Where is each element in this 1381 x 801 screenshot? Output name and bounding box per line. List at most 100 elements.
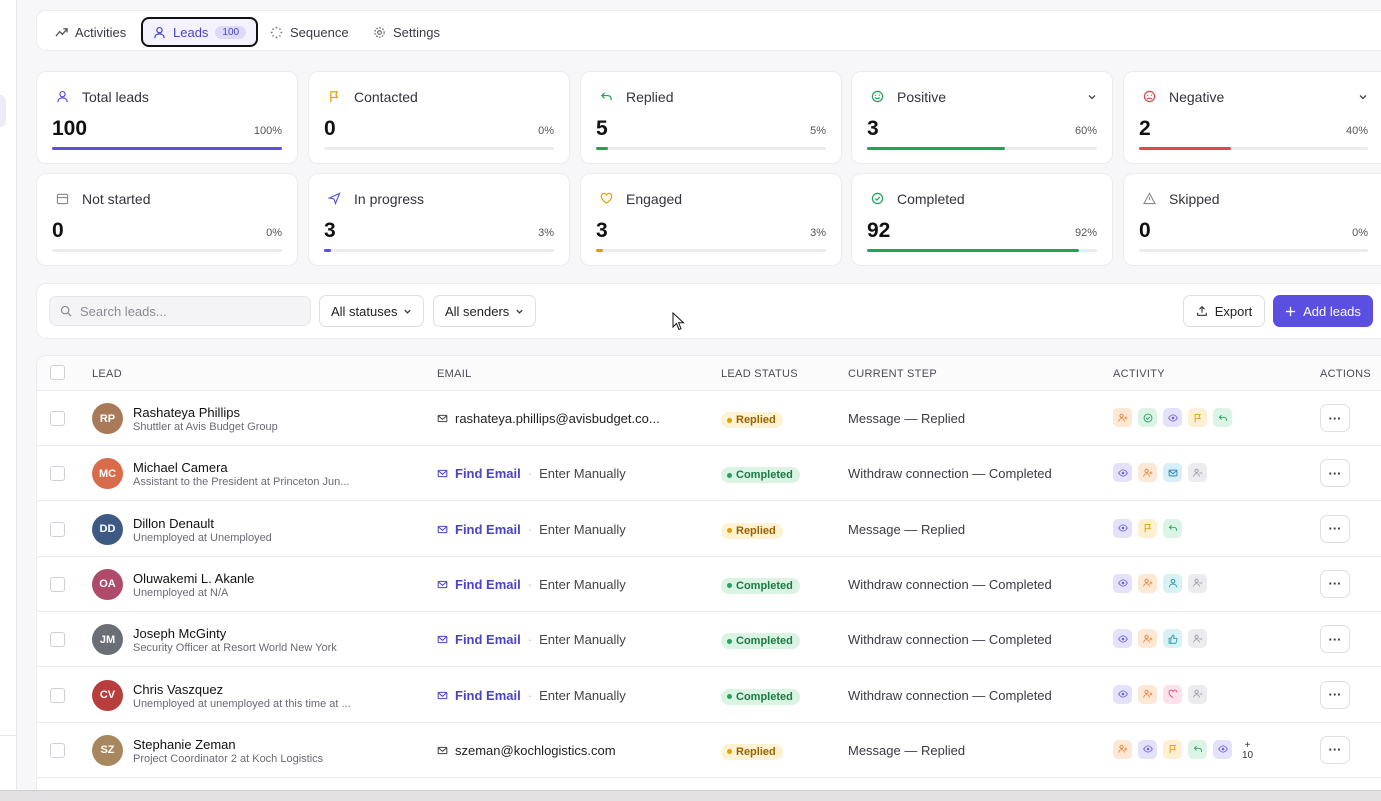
stat-label: Replied (626, 89, 674, 105)
chevron-down-icon[interactable] (1087, 92, 1097, 102)
lead-name[interactable]: Michael Camera (133, 460, 228, 475)
activity-reply-icon[interactable] (1188, 739, 1207, 759)
table-row[interactable]: OA Oluwakemi L. Akanle Unemployed at N/A Fi… (37, 557, 1381, 612)
row-actions-button[interactable]: ··· (1320, 459, 1350, 488)
stat-card-completed[interactable]: Completed 92 92% (851, 173, 1113, 266)
stat-card-in-progress[interactable]: In progress 3 3% (308, 173, 570, 266)
select-all-checkbox[interactable] (50, 365, 65, 380)
row-checkbox[interactable] (50, 521, 65, 537)
column-header-activity[interactable]: ACTIVITY (1113, 368, 1165, 380)
row-actions-button[interactable]: ··· (1320, 569, 1350, 598)
activity-eye-icon[interactable] (1113, 684, 1132, 704)
column-header-step[interactable]: CURRENT STEP (848, 368, 937, 380)
activity-heart-icon[interactable] (1163, 684, 1182, 704)
activity-flag-icon[interactable] (1188, 408, 1207, 427)
row-actions-button[interactable]: ··· (1320, 625, 1350, 654)
column-header-lead[interactable]: LEAD (92, 368, 122, 380)
enter-manually-link[interactable]: Enter Manually (539, 522, 626, 537)
activity-flag-icon[interactable] (1138, 518, 1157, 538)
row-actions-button[interactable]: ··· (1320, 514, 1350, 543)
chevron-down-icon[interactable] (1358, 92, 1368, 102)
lead-email[interactable]: szeman@kochlogistics.com (437, 743, 616, 758)
row-checkbox[interactable] (50, 466, 65, 482)
activity-check-icon[interactable] (1138, 408, 1157, 427)
activity-remove-user-icon[interactable] (1188, 684, 1207, 704)
stat-card-skipped[interactable]: Skipped 0 0% (1123, 173, 1381, 266)
stat-card-replied[interactable]: Replied 5 5% (580, 71, 842, 164)
activity-eye-icon[interactable] (1163, 408, 1182, 427)
status-filter-dropdown[interactable]: All statuses (319, 295, 425, 327)
activity-eye-icon[interactable] (1113, 463, 1132, 483)
column-header-status[interactable]: LEAD STATUS (721, 368, 798, 380)
activity-add-user-icon[interactable] (1138, 573, 1157, 593)
activity-eye-icon[interactable] (1113, 629, 1132, 649)
table-row[interactable]: MC Michael Camera Assistant to the Preside… (37, 446, 1381, 502)
lead-name[interactable]: Stephanie Zeman (133, 737, 236, 752)
find-email-link[interactable]: Find Email (455, 522, 521, 537)
lead-name[interactable]: Dillon Denault (133, 516, 214, 531)
lead-name[interactable]: Joseph McGinty (133, 626, 226, 641)
activity-remove-user-icon[interactable] (1188, 629, 1207, 649)
stat-card-engaged[interactable]: Engaged 3 3% (580, 173, 842, 266)
activity-eye-icon[interactable] (1213, 739, 1232, 759)
tab-sequence[interactable]: Sequence (260, 17, 359, 47)
activity-add-user-icon[interactable] (1138, 463, 1157, 483)
tab-activities[interactable]: Activities (45, 17, 136, 47)
activity-flag-icon[interactable] (1163, 739, 1182, 759)
stat-card-positive[interactable]: Positive 3 60% (851, 71, 1113, 164)
activity-add-user-icon[interactable] (1138, 684, 1157, 704)
activity-remove-user-icon[interactable] (1188, 463, 1207, 483)
enter-manually-link[interactable]: Enter Manually (539, 577, 626, 592)
stat-card-negative[interactable]: Negative 2 40% (1123, 71, 1381, 164)
activity-eye-icon[interactable] (1138, 739, 1157, 759)
activity-add-user-icon[interactable] (1113, 408, 1132, 427)
activity-eye-icon[interactable] (1113, 573, 1132, 593)
activity-user-icon[interactable] (1163, 573, 1182, 593)
search-box[interactable] (49, 296, 311, 326)
table-row[interactable]: RP Rashateya Phillips Shuttler at Avis Bud… (37, 391, 1381, 446)
table-row[interactable]: DD Dillon Denault Unemployed at Unemployed… (37, 502, 1381, 557)
table-row[interactable]: CV Chris Vaszquez Unemployed at unemployed… (37, 668, 1381, 723)
activity-add-user-icon[interactable] (1138, 629, 1157, 649)
find-email-link[interactable]: Find Email (455, 632, 521, 647)
row-checkbox[interactable] (50, 632, 65, 648)
activity-remove-user-icon[interactable] (1188, 573, 1207, 593)
tab-leads[interactable]: Leads 100 (141, 17, 259, 47)
table-row[interactable]: SZ Stephanie Zeman Project Coordinator 2 a… (37, 723, 1381, 778)
stat-card-total-leads[interactable]: Total leads 100 100% (36, 71, 298, 164)
activity-reply-icon[interactable] (1163, 518, 1182, 538)
activity-eye-icon[interactable] (1113, 518, 1132, 538)
lead-name[interactable]: Chris Vaszquez (133, 682, 223, 697)
row-actions-button[interactable]: ··· (1320, 735, 1350, 764)
stat-card-contacted[interactable]: Contacted 0 0% (308, 71, 570, 164)
lead-name[interactable]: Oluwakemi L. Akanle (133, 571, 254, 586)
search-input[interactable] (80, 303, 280, 319)
enter-manually-link[interactable]: Enter Manually (539, 688, 626, 703)
enter-manually-link[interactable]: Enter Manually (539, 466, 626, 481)
find-email-link[interactable]: Find Email (455, 688, 521, 703)
table-row[interactable]: JM Joseph McGinty Security Officer at Reso… (37, 612, 1381, 668)
export-button[interactable]: Export (1183, 295, 1265, 327)
activity-reply-icon[interactable] (1213, 408, 1232, 427)
row-checkbox[interactable] (50, 576, 65, 592)
row-checkbox[interactable] (50, 411, 65, 426)
sender-filter-dropdown[interactable]: All senders (433, 295, 537, 327)
activity-mail-icon[interactable] (1163, 463, 1182, 483)
row-checkbox[interactable] (50, 687, 65, 703)
add-leads-button[interactable]: Add leads (1273, 295, 1373, 327)
tab-settings[interactable]: Settings (363, 17, 450, 47)
row-actions-button[interactable]: ··· (1320, 404, 1350, 432)
lead-name[interactable]: Rashateya Phillips (133, 405, 240, 420)
activity-thumbs-up-icon[interactable] (1163, 629, 1182, 649)
row-actions-button[interactable]: ··· (1320, 680, 1350, 709)
lead-email[interactable]: rashateya.phillips@avisbudget.co... (437, 411, 660, 426)
activity-add-user-icon[interactable] (1113, 739, 1132, 759)
stat-card-not-started[interactable]: Not started 0 0% (36, 173, 298, 266)
row-checkbox[interactable] (50, 742, 65, 758)
column-header-actions[interactable]: ACTIONS (1320, 368, 1371, 380)
find-email-link[interactable]: Find Email (455, 466, 521, 481)
enter-manually-link[interactable]: Enter Manually (539, 632, 626, 647)
activity-more-count[interactable]: + 10 (1238, 740, 1257, 761)
find-email-link[interactable]: Find Email (455, 577, 521, 592)
column-header-email[interactable]: EMAIL (437, 368, 472, 380)
